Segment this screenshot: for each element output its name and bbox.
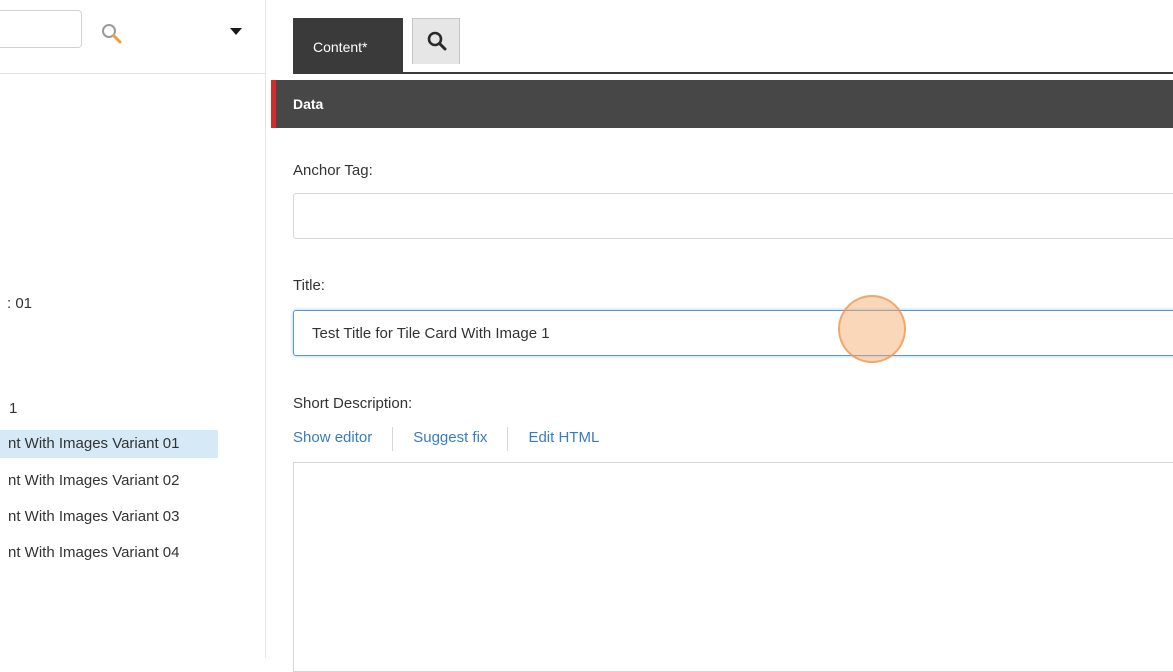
divider	[507, 427, 509, 451]
click-highlight-cursor	[838, 295, 906, 363]
section-header-data[interactable]: Data	[271, 80, 1173, 128]
chevron-down-icon[interactable]	[230, 28, 242, 35]
tree-item-selected[interactable]: nt With Images Variant 01	[0, 430, 218, 458]
search-icon[interactable]	[100, 22, 124, 46]
tab-search[interactable]	[412, 18, 460, 64]
tree-item[interactable]: nt With Images Variant 04	[8, 539, 179, 567]
content-tree-panel: : 01 1 nt With Images Variant 01 nt With…	[0, 0, 266, 658]
rte-toolbar-links: Show editor Suggest fix Edit HTML	[293, 427, 599, 451]
suggest-fix-link[interactable]: Suggest fix	[413, 429, 487, 446]
divider	[392, 427, 394, 451]
tree-search-input[interactable]	[0, 10, 82, 48]
short-description-label: Short Description:	[293, 395, 413, 412]
search-icon	[427, 31, 447, 51]
title-input[interactable]	[293, 310, 1173, 356]
short-description-editor[interactable]	[293, 462, 1173, 672]
show-editor-link[interactable]: Show editor	[293, 429, 372, 446]
tree-item[interactable]: nt With Images Variant 03	[8, 503, 179, 531]
tab-underline	[293, 72, 1173, 74]
edit-html-link[interactable]: Edit HTML	[528, 429, 599, 446]
anchor-tag-label: Anchor Tag:	[293, 162, 373, 179]
divider	[0, 73, 265, 74]
tree-item[interactable]: : 01	[7, 290, 32, 318]
content-editor: Content* Data Anchor Tag: Title: Short D…	[271, 0, 1173, 672]
editor-tab-strip: Content*	[271, 0, 1173, 74]
tab-content[interactable]: Content*	[293, 18, 403, 73]
anchor-tag-input[interactable]	[293, 193, 1173, 239]
tree-item[interactable]: nt With Images Variant 02	[8, 467, 179, 495]
title-label: Title:	[293, 277, 325, 294]
tree-item[interactable]: 1	[9, 395, 17, 423]
